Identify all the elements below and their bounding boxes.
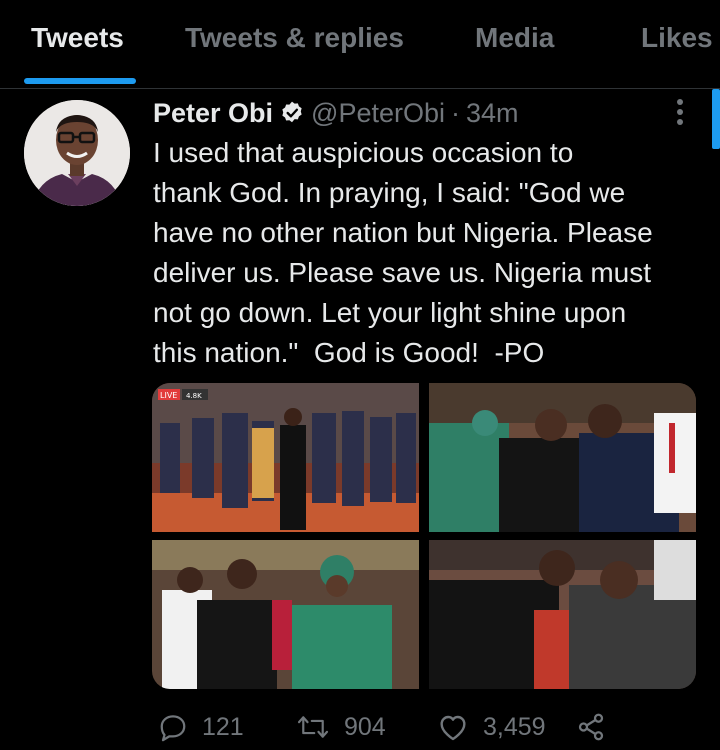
- share-button[interactable]: [576, 710, 620, 744]
- tweet-actions: 121 904 3,459: [152, 706, 652, 750]
- tweet-text: I used that auspicious occasion to thank…: [153, 137, 653, 368]
- author-handle[interactable]: @PeterObi: [311, 98, 445, 129]
- photo-4[interactable]: [429, 540, 696, 689]
- like-icon: [440, 715, 466, 741]
- tab-tweets[interactable]: Tweets: [31, 22, 124, 54]
- photo-1[interactable]: LIVE 4.8K: [152, 383, 419, 532]
- reply-icon: [160, 715, 186, 742]
- avatar[interactable]: [24, 100, 130, 206]
- photo-2[interactable]: [429, 383, 696, 532]
- separator-dot: ·: [451, 97, 461, 128]
- photo-3[interactable]: [152, 540, 419, 689]
- tweet-header: Peter Obi @PeterObi · 34m: [153, 96, 519, 130]
- live-badge: LIVE: [160, 391, 177, 400]
- reply-button[interactable]: 121: [158, 710, 244, 744]
- active-tab-indicator: [24, 78, 136, 84]
- retweet-count: 904: [344, 712, 386, 741]
- retweet-button[interactable]: 904: [296, 710, 386, 744]
- tab-tweets-replies[interactable]: Tweets & replies: [185, 22, 404, 54]
- scrollbar[interactable]: [712, 89, 720, 149]
- more-icon[interactable]: [668, 96, 692, 128]
- like-count: 3,459: [483, 712, 546, 741]
- tab-likes[interactable]: Likes: [641, 22, 713, 54]
- tab-media[interactable]: Media: [475, 22, 554, 54]
- like-button[interactable]: 3,459: [437, 710, 546, 744]
- verified-badge-icon: [282, 101, 302, 123]
- retweet-icon: [297, 716, 329, 738]
- media-grid: LIVE 4.8K: [152, 383, 696, 689]
- tweet-timestamp[interactable]: 34m: [466, 98, 519, 129]
- reply-count: 121: [202, 712, 244, 741]
- author-name[interactable]: Peter Obi: [153, 98, 273, 129]
- profile-tabs: Tweets Tweets & replies Media Likes: [0, 0, 720, 89]
- share-icon: [578, 713, 604, 741]
- viewer-count-badge: 4.8K: [186, 392, 202, 400]
